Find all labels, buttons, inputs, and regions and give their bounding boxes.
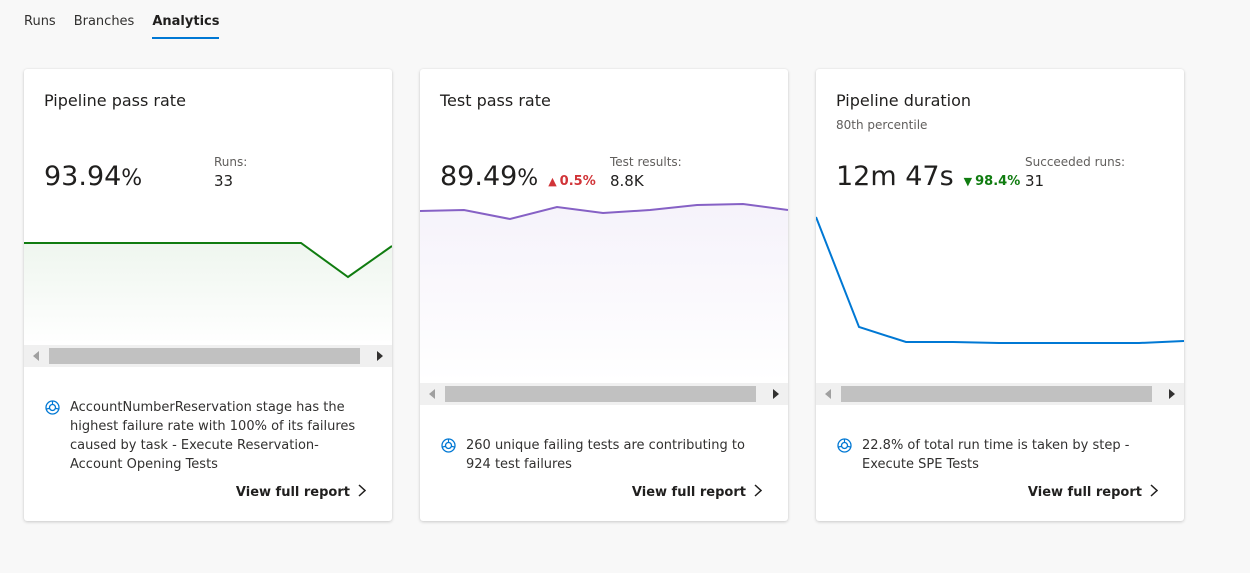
metric-unit: % — [517, 166, 539, 191]
metric-value: 89.49 — [440, 161, 518, 192]
scroll-thumb[interactable] — [841, 386, 1152, 402]
runs-summary: Runs: 33 — [214, 155, 247, 190]
trend-line — [816, 216, 1184, 344]
metric-value: 12m 47s — [836, 161, 954, 192]
insight-text: AccountNumberReservation stage has the h… — [70, 400, 356, 472]
pipeline-tabs: Runs Branches Analytics — [24, 14, 220, 39]
caret-left-icon[interactable] — [821, 387, 835, 401]
chart-scrollbar[interactable] — [24, 345, 392, 367]
insight-message: 22.8% of total run time is taken by step… — [836, 436, 1156, 474]
side-label: Succeeded runs: — [1025, 155, 1126, 169]
view-full-report-link[interactable]: View full report — [1027, 484, 1159, 501]
card-title: Pipeline duration — [836, 91, 972, 110]
pipeline-duration-card: Pipeline duration 80th percentile 12m 47… — [816, 69, 1184, 521]
insight-message: AccountNumberReservation stage has the h… — [44, 398, 364, 474]
chart-scrollbar[interactable] — [420, 383, 788, 405]
side-value: 33 — [214, 172, 234, 190]
duration-metric: 12m 47s ▼ 98.4% — [836, 161, 1020, 192]
card-title: Pipeline pass rate — [44, 91, 186, 110]
test-pass-rate-trend-chart — [420, 197, 788, 382]
caret-left-icon[interactable] — [29, 349, 43, 363]
metric-unit: % — [121, 166, 143, 191]
link-label: View full report — [1027, 485, 1142, 500]
view-full-report-link[interactable]: View full report — [631, 484, 763, 501]
trend-area — [24, 243, 392, 344]
view-full-report-link[interactable]: View full report — [235, 484, 367, 501]
chevron-right-icon — [1150, 484, 1159, 501]
triangle-down-icon: ▼ — [963, 175, 973, 188]
triangle-up-icon: ▲ — [548, 175, 557, 188]
caret-right-icon[interactable] — [769, 387, 783, 401]
insight-icon — [44, 399, 61, 474]
card-title: Test pass rate — [440, 91, 551, 110]
succeeded-runs-summary: Succeeded runs: 31 — [1025, 155, 1125, 190]
test-results-summary: Test results: 8.8K — [610, 155, 682, 190]
side-value: 8.8K — [610, 172, 644, 190]
duration-trend-chart — [816, 209, 1184, 384]
card-subtitle: 80th percentile — [836, 118, 928, 132]
insight-icon — [440, 437, 457, 474]
insight-message: 260 unique failing tests are contributin… — [440, 436, 760, 474]
scroll-thumb[interactable] — [49, 348, 360, 364]
side-label: Test results: — [610, 155, 682, 169]
delta-badge: ▲ 0.5% — [548, 174, 596, 189]
tab-analytics[interactable]: Analytics — [152, 14, 220, 39]
test-pass-rate-metric: 89.49% ▲ 0.5% — [440, 161, 596, 192]
link-label: View full report — [235, 485, 350, 500]
pipeline-pass-rate-card: Pipeline pass rate 93.94% Runs: 33 Accou… — [24, 69, 392, 521]
delta-value: 0.5% — [559, 174, 596, 189]
metric-value: 93.94 — [44, 161, 122, 192]
chart-scrollbar[interactable] — [816, 383, 1184, 405]
pass-rate-trend-chart — [24, 229, 392, 344]
caret-left-icon[interactable] — [425, 387, 439, 401]
scroll-thumb[interactable] — [445, 386, 756, 402]
caret-right-icon[interactable] — [373, 349, 387, 363]
side-value: 31 — [1025, 172, 1045, 190]
trend-area — [420, 204, 788, 382]
delta-badge: ▼ 98.4% — [964, 174, 1021, 189]
chevron-right-icon — [358, 484, 367, 501]
tab-runs[interactable]: Runs — [24, 14, 56, 39]
caret-right-icon[interactable] — [1165, 387, 1179, 401]
link-label: View full report — [631, 485, 746, 500]
insight-text: 260 unique failing tests are contributin… — [466, 438, 745, 472]
side-label: Runs: — [214, 155, 248, 169]
test-pass-rate-card: Test pass rate 89.49% ▲ 0.5% Test result… — [420, 69, 788, 521]
pass-rate-metric: 93.94% — [44, 161, 142, 192]
delta-value: 98.4% — [975, 174, 1021, 189]
insight-icon — [836, 437, 853, 474]
insight-text: 22.8% of total run time is taken by step… — [862, 438, 1130, 472]
tab-branches[interactable]: Branches — [74, 14, 135, 39]
chevron-right-icon — [754, 484, 763, 501]
